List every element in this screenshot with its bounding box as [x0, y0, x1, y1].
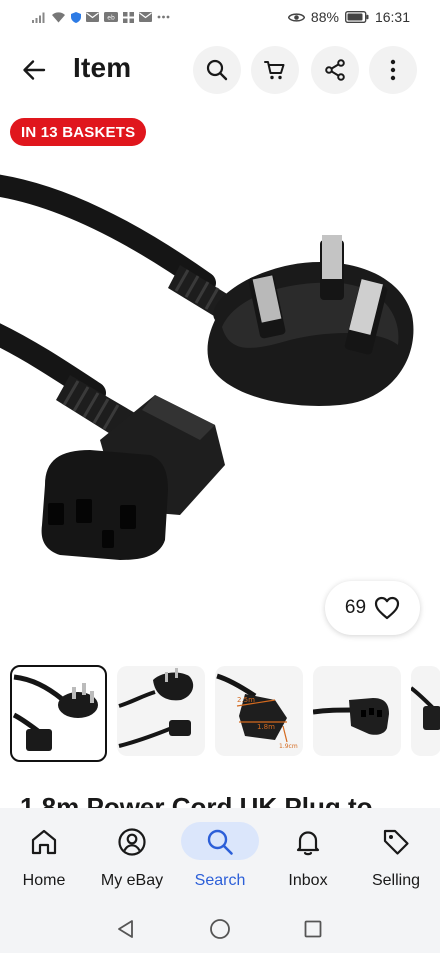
- nav-my-ebay[interactable]: My eBay: [88, 808, 176, 904]
- user-icon: [118, 828, 146, 856]
- system-back-button[interactable]: [113, 916, 139, 942]
- thumbnail-strip: 2.5m 1.8m 1.9cm: [10, 665, 440, 764]
- search-icon: [207, 829, 233, 855]
- thumbnail-4[interactable]: [313, 666, 401, 756]
- share-icon: [325, 59, 345, 81]
- dimension-label: 1.9cm: [279, 743, 298, 750]
- back-button[interactable]: [14, 50, 54, 90]
- top-app-bar: Item: [0, 40, 440, 98]
- square-recents-icon: [304, 920, 322, 938]
- clock: 16:31: [374, 9, 410, 25]
- search-button[interactable]: [193, 46, 241, 94]
- bottom-navigation: Home My eBay Search Inbox Selling: [0, 808, 440, 904]
- nav-label: My eBay: [100, 872, 164, 889]
- nav-inbox[interactable]: Inbox: [264, 808, 352, 904]
- wifi-icon: [52, 11, 65, 22]
- share-button[interactable]: [311, 46, 359, 94]
- system-recents-button[interactable]: [300, 916, 326, 942]
- shield-icon: [71, 11, 81, 23]
- more-options-button[interactable]: [369, 46, 417, 94]
- triangle-back-icon: [118, 920, 133, 938]
- signal-icon: [32, 12, 45, 23]
- thumbnail-image: [313, 698, 389, 735]
- system-navigation-bar: [0, 904, 440, 953]
- search-icon: [206, 59, 228, 81]
- uk-plug: [207, 235, 414, 406]
- dimension-label: 1.8m: [257, 723, 275, 731]
- product-image[interactable]: [0, 155, 440, 575]
- thumbnail-3[interactable]: 2.5m 1.8m 1.9cm: [215, 666, 303, 756]
- nav-selling[interactable]: Selling: [352, 808, 440, 904]
- more-vertical-icon: [390, 59, 396, 81]
- thumbnail-image: [118, 668, 194, 748]
- more-icon: [157, 15, 170, 19]
- home-icon: [31, 829, 57, 855]
- page-title: Item: [73, 52, 132, 83]
- thumbnail-1[interactable]: [10, 665, 107, 762]
- cart-button[interactable]: [251, 46, 299, 94]
- thumbnail-image: [12, 674, 98, 751]
- system-home-button[interactable]: [207, 916, 233, 942]
- thumbnail-2[interactable]: [117, 666, 205, 756]
- nav-label: Selling: [371, 872, 421, 889]
- cart-icon: [264, 61, 285, 80]
- item-title-container: 1.8m Power Cord UK Plug to: [0, 792, 440, 808]
- status-bar: eb 88% 16:31: [0, 0, 440, 34]
- cable-upper: [0, 174, 216, 294]
- nav-label: Inbox: [288, 872, 328, 889]
- watch-count: 69: [344, 597, 367, 618]
- nav-label: Search: [194, 872, 246, 889]
- thumbnail-image: [411, 686, 440, 730]
- status-icons-left: eb: [32, 11, 170, 23]
- circle-home-icon: [210, 919, 230, 939]
- heart-icon: [374, 596, 400, 620]
- item-title: 1.8m Power Cord UK Plug to: [20, 792, 373, 808]
- tag-icon: [383, 829, 409, 855]
- thumbnail-image: 2.5m 1.8m 1.9cm: [216, 673, 298, 750]
- dimension-label: 2.5m: [237, 696, 255, 704]
- bell-icon: [296, 831, 320, 856]
- thumbnail-5[interactable]: [411, 666, 440, 756]
- eye-icon: [287, 12, 305, 22]
- status-icons-right: 88% 16:31: [287, 9, 410, 25]
- ebay-notification-icon: eb: [104, 12, 118, 22]
- apps-icon: [123, 11, 134, 23]
- watch-button[interactable]: 69: [325, 581, 420, 635]
- in-baskets-badge: IN 13 BASKETS: [10, 118, 147, 146]
- battery-icon: [344, 11, 369, 23]
- iec-connector: [41, 395, 225, 560]
- nav-search[interactable]: Search: [176, 808, 264, 904]
- mail-icon: [139, 12, 152, 22]
- nav-label: Home: [22, 872, 66, 889]
- mail-icon: [86, 12, 99, 22]
- battery-percent: 88%: [310, 9, 339, 25]
- back-arrow-icon: [23, 60, 46, 80]
- nav-home[interactable]: Home: [0, 808, 88, 904]
- svg-text:eb: eb: [107, 15, 115, 22]
